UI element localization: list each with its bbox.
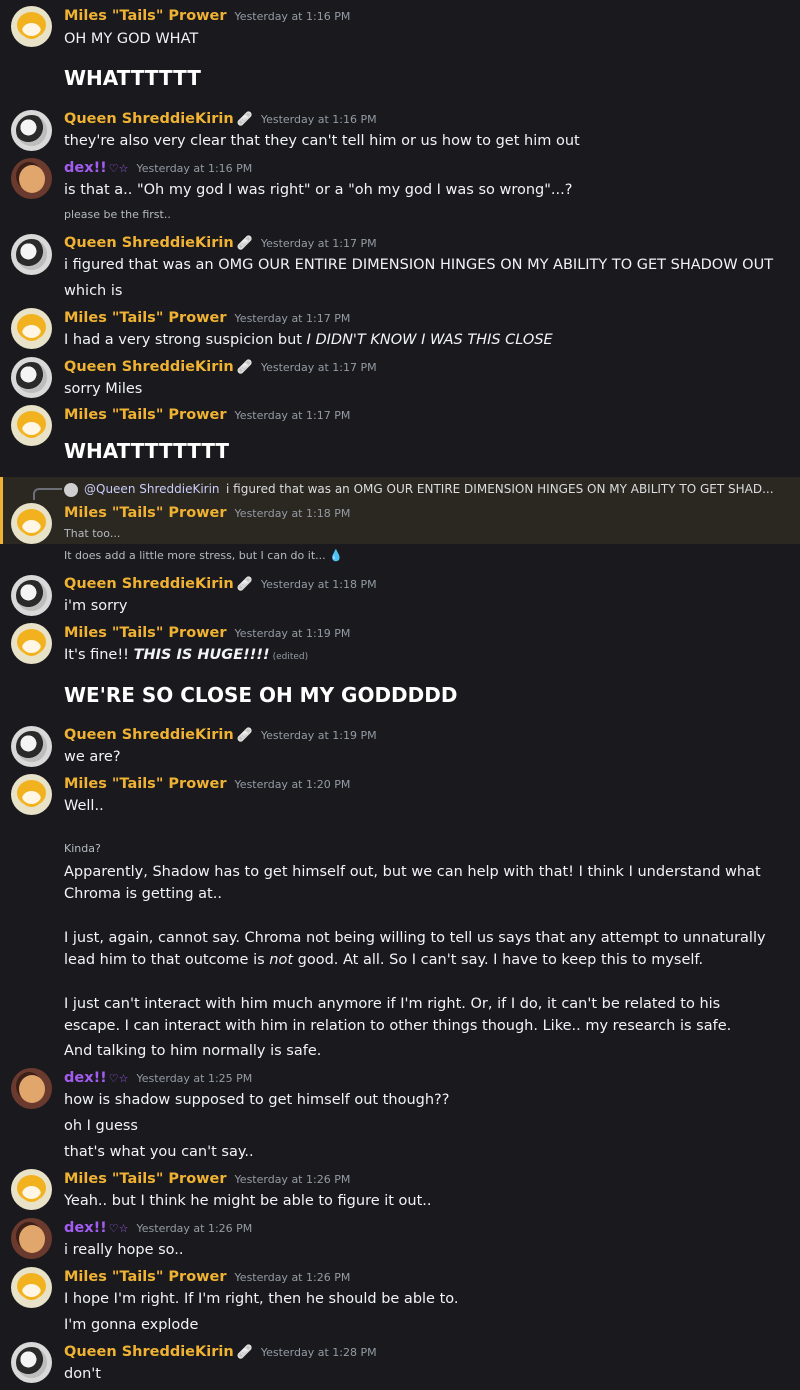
- username[interactable]: Queen ShreddieKirin 🩹 Yesterday at 1:18 PM: [64, 576, 377, 592]
- timestamp: Yesterday at 1:19 PM: [234, 627, 351, 640]
- bandage-badge-icon: 🩹: [236, 577, 253, 592]
- message-subtext: That too...: [64, 527, 121, 540]
- heart-star-badge-icon: ♡☆: [108, 1072, 129, 1085]
- message-text: how is shadow supposed to get himself ou…: [64, 1092, 450, 1108]
- reply-connector: [33, 488, 62, 500]
- message-text: is that a.. "Oh my god I was right" or a…: [64, 182, 573, 198]
- bandage-badge-icon: 🩹: [236, 360, 253, 375]
- message-text: which is: [64, 283, 123, 299]
- avatar[interactable]: [11, 110, 52, 151]
- avatar[interactable]: [11, 726, 52, 767]
- message-text: Apparently, Shadow has to get himself ou…: [64, 864, 761, 902]
- username[interactable]: Queen ShreddieKirin 🩹 Yesterday at 1:28 PM: [64, 1344, 377, 1360]
- username[interactable]: Miles "Tails" Prower Yesterday at 1:17 PM: [64, 407, 350, 423]
- heart-star-badge-icon: ♡☆: [108, 1222, 129, 1235]
- timestamp: Yesterday at 1:20 PM: [234, 778, 351, 791]
- timestamp: Yesterday at 1:16 PM: [260, 113, 377, 126]
- username[interactable]: dex!! ♡☆ Yesterday at 1:16 PM: [64, 160, 252, 176]
- timestamp: Yesterday at 1:17 PM: [234, 312, 351, 325]
- avatar[interactable]: [11, 774, 52, 815]
- message-subtext: Kinda?: [64, 842, 101, 855]
- timestamp: Yesterday at 1:26 PM: [136, 1222, 253, 1235]
- username[interactable]: Miles "Tails" Prower Yesterday at 1:16 PM: [64, 8, 350, 24]
- message-text: It's fine!! THIS IS HUGE!!!! (edited): [64, 647, 309, 663]
- message-subtext: It does add a little more stress, but I …: [64, 549, 343, 562]
- message-text: i really hope so..: [64, 1242, 184, 1258]
- message-text: don't: [64, 1366, 101, 1382]
- message-text: I'm gonna explode: [64, 1317, 199, 1333]
- avatar[interactable]: [11, 308, 52, 349]
- message-text: we are?: [64, 749, 121, 765]
- avatar[interactable]: [11, 575, 52, 616]
- username[interactable]: Queen ShreddieKirin 🩹 Yesterday at 1:17 PM: [64, 359, 377, 375]
- timestamp: Yesterday at 1:16 PM: [136, 162, 253, 175]
- timestamp: Yesterday at 1:17 PM: [234, 409, 351, 422]
- timestamp: Yesterday at 1:26 PM: [234, 1173, 351, 1186]
- avatar[interactable]: [11, 234, 52, 275]
- avatar[interactable]: [11, 6, 52, 47]
- timestamp: Yesterday at 1:28 PM: [260, 1346, 377, 1359]
- bandage-badge-icon: 🩹: [236, 112, 253, 127]
- timestamp: Yesterday at 1:18 PM: [234, 507, 351, 520]
- message-text: they're also very clear that they can't …: [64, 133, 580, 149]
- message-text: Well..: [64, 798, 104, 814]
- message-text: Yeah.. but I think he might be able to f…: [64, 1193, 432, 1209]
- message-heading: WE'RE SO CLOSE OH MY GODDDDD: [64, 683, 458, 707]
- username[interactable]: dex!! ♡☆ Yesterday at 1:25 PM: [64, 1070, 252, 1086]
- message-heading: WHATTTTTT: [64, 66, 201, 90]
- username[interactable]: Miles "Tails" Prower Yesterday at 1:18 PM: [64, 505, 350, 521]
- username[interactable]: Miles "Tails" Prower Yesterday at 1:17 PM: [64, 310, 350, 326]
- message-text: sorry Miles: [64, 381, 143, 397]
- avatar[interactable]: [11, 623, 52, 664]
- message-text: OH MY GOD WHAT: [64, 31, 199, 47]
- timestamp: Yesterday at 1:25 PM: [136, 1072, 253, 1085]
- username[interactable]: Queen ShreddieKirin 🩹 Yesterday at 1:19 PM: [64, 727, 377, 743]
- username[interactable]: Queen ShreddieKirin 🩹 Yesterday at 1:17 PM: [64, 235, 377, 251]
- reply-mention[interactable]: @Queen ShreddieKirin: [84, 482, 220, 496]
- avatar[interactable]: [11, 1218, 52, 1259]
- reply-preview[interactable]: i figured that was an OMG OUR ENTIRE DIM…: [226, 482, 774, 496]
- message-text: I just can't interact with him much anym…: [64, 996, 732, 1034]
- timestamp: Yesterday at 1:19 PM: [260, 729, 377, 742]
- message-text: I had a very strong suspicion but I DIDN…: [64, 332, 553, 348]
- timestamp: Yesterday at 1:26 PM: [234, 1271, 351, 1284]
- username[interactable]: Miles "Tails" Prower Yesterday at 1:26 PM: [64, 1269, 350, 1285]
- message-text: I just, again, cannot say. Chroma not be…: [64, 930, 766, 968]
- timestamp: Yesterday at 1:16 PM: [234, 10, 351, 23]
- username[interactable]: dex!! ♡☆ Yesterday at 1:26 PM: [64, 1220, 252, 1236]
- reply-avatar: [64, 483, 78, 497]
- message-text: that's what you can't say..: [64, 1144, 254, 1160]
- message-text: And talking to him normally is safe.: [64, 1043, 322, 1059]
- bandage-badge-icon: 🩹: [236, 1345, 253, 1360]
- heart-star-badge-icon: ♡☆: [108, 162, 129, 175]
- message-text: I hope I'm right. If I'm right, then he …: [64, 1291, 459, 1307]
- avatar[interactable]: [11, 1068, 52, 1109]
- bandage-badge-icon: 🩹: [236, 728, 253, 743]
- avatar[interactable]: [11, 357, 52, 398]
- droplet-icon: 💧: [329, 549, 343, 562]
- timestamp: Yesterday at 1:17 PM: [260, 237, 377, 250]
- avatar[interactable]: [11, 158, 52, 199]
- avatar[interactable]: [11, 1342, 52, 1383]
- avatar[interactable]: [11, 1267, 52, 1308]
- timestamp: Yesterday at 1:17 PM: [260, 361, 377, 374]
- username[interactable]: Miles "Tails" Prower Yesterday at 1:20 PM: [64, 776, 350, 792]
- message-subtext: please be the first..: [64, 208, 171, 221]
- timestamp: Yesterday at 1:18 PM: [260, 578, 377, 591]
- username[interactable]: Miles "Tails" Prower Yesterday at 1:19 PM: [64, 625, 350, 641]
- message-heading: WHATTTTTTTT: [64, 439, 230, 463]
- username[interactable]: Queen ShreddieKirin 🩹 Yesterday at 1:16 PM: [64, 111, 377, 127]
- message-text: oh I guess: [64, 1118, 138, 1134]
- avatar[interactable]: [11, 405, 52, 446]
- avatar[interactable]: [11, 503, 52, 544]
- bandage-badge-icon: 🩹: [236, 236, 253, 251]
- username[interactable]: Miles "Tails" Prower Yesterday at 1:26 PM: [64, 1171, 350, 1187]
- avatar[interactable]: [11, 1169, 52, 1210]
- message-text: i'm sorry: [64, 598, 128, 614]
- message-text: i figured that was an OMG OUR ENTIRE DIM…: [64, 257, 774, 273]
